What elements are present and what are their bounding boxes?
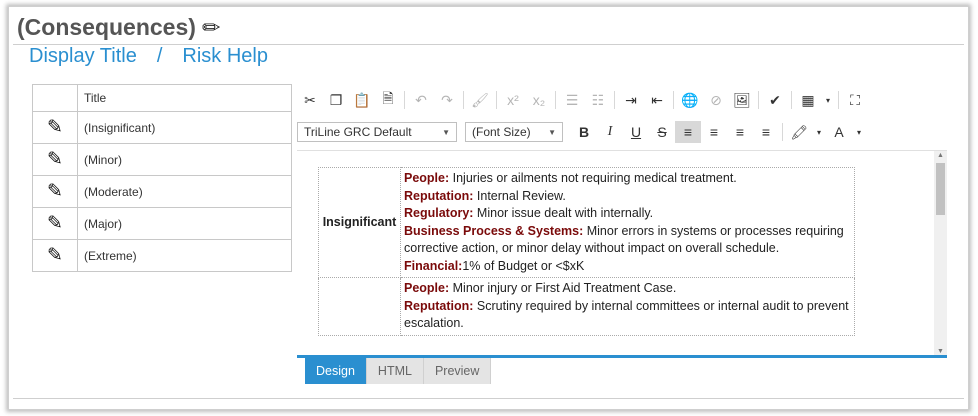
- pencil-icon[interactable]: ✎: [47, 213, 63, 234]
- breadcrumb-separator: /: [156, 45, 163, 67]
- key-label: Regulatory:: [404, 206, 474, 220]
- pencil-icon[interactable]: ✎: [47, 149, 63, 170]
- undo-icon[interactable]: ↶: [408, 89, 434, 111]
- line-text: Minor injury or First Aid Treatment Case…: [449, 281, 677, 295]
- chevron-down-icon[interactable]: ▾: [812, 121, 826, 143]
- dialog-frame: (Consequences) ✏ Display Title / Risk Help…: [8, 6, 969, 410]
- consequence-table: Insignificant People: Injuries or ailmen…: [318, 167, 855, 336]
- list-item-label[interactable]: (Extreme): [77, 239, 292, 272]
- key-label: Financial:: [404, 258, 463, 273]
- table-row: People: Minor injury or First Aid Treatm…: [318, 277, 855, 336]
- tab-html[interactable]: HTML: [366, 358, 424, 384]
- level-cell: [318, 277, 401, 336]
- pencil-icon[interactable]: ✎: [47, 245, 63, 266]
- tab-design[interactable]: Design: [305, 358, 367, 384]
- cut-icon[interactable]: ✂: [297, 89, 323, 111]
- font-size-value: (Font Size): [472, 125, 531, 139]
- image-icon[interactable]: 🖼: [729, 89, 755, 111]
- key-label: Reputation:: [404, 298, 474, 313]
- key-label: Business Process & Systems:: [404, 223, 584, 238]
- line-text: Minor issue dealt with internally.: [473, 206, 654, 220]
- spellcheck-icon[interactable]: ✔: [762, 89, 788, 111]
- toolbar-row-1: ✂ ❐ 📋 🗎 ↶ ↷ 🖌 x² x₂ ☰ ☷ ⇥ ⇤ 🌐 ⊘ 🖼 ✔ ▦ ▾ …: [297, 87, 947, 113]
- scrollbar-thumb[interactable]: [936, 163, 945, 215]
- subscript-icon[interactable]: x₂: [526, 89, 552, 111]
- align-center-icon[interactable]: ≡: [701, 121, 727, 143]
- outdent-icon[interactable]: ⇤: [644, 89, 670, 111]
- breadcrumb-risk-help[interactable]: Risk Help: [182, 45, 268, 67]
- key-label: People:: [404, 281, 450, 295]
- vertical-scrollbar[interactable]: ▲ ▼: [934, 151, 947, 355]
- font-family-select[interactable]: TriLine GRC Default ▼: [297, 122, 457, 142]
- table-row: Insignificant People: Injuries or ailmen…: [318, 167, 855, 278]
- align-right-icon[interactable]: ≡: [727, 121, 753, 143]
- key-label: Reputation:: [404, 188, 474, 203]
- format-painter-icon[interactable]: 🖌: [467, 89, 493, 111]
- superscript-icon[interactable]: x²: [500, 89, 526, 111]
- bold-button[interactable]: B: [571, 121, 597, 143]
- font-color-icon[interactable]: A: [826, 121, 852, 143]
- scroll-down-icon[interactable]: ▼: [934, 348, 947, 355]
- copy-icon[interactable]: ❐: [323, 89, 349, 111]
- toolbar-row-2: TriLine GRC Default ▼ (Font Size) ▼ B I …: [297, 119, 947, 145]
- list-item-label[interactable]: (Major): [77, 207, 292, 240]
- line-text: 1% of Budget or <$xK: [462, 258, 585, 273]
- consequences-list: Title ✎ (Insignificant) ✎ (Minor) ✎ (Mod…: [32, 84, 292, 272]
- font-family-value: TriLine GRC Default: [304, 125, 412, 139]
- list-header-icon-col: [32, 84, 78, 112]
- chevron-down-icon: ▼: [548, 127, 556, 137]
- pencil-icon[interactable]: ✏: [202, 15, 220, 41]
- list-item[interactable]: ✎ (Minor): [32, 143, 292, 176]
- strikethrough-button[interactable]: S: [649, 121, 675, 143]
- list-item[interactable]: ✎ (Insignificant): [32, 111, 292, 144]
- page-title-text: (Consequences): [17, 14, 196, 40]
- rich-text-editor: ✂ ❐ 📋 🗎 ↶ ↷ 🖌 x² x₂ ☰ ☷ ⇥ ⇤ 🌐 ⊘ 🖼 ✔ ▦ ▾ …: [297, 87, 947, 384]
- pencil-icon[interactable]: ✎: [47, 117, 63, 138]
- indent-icon[interactable]: ⇥: [618, 89, 644, 111]
- highlight-color-icon[interactable]: 🖍: [786, 121, 812, 143]
- scroll-up-icon[interactable]: ▲: [934, 152, 947, 159]
- editor-content[interactable]: Insignificant People: Injuries or ailmen…: [297, 150, 947, 355]
- list-item[interactable]: ✎ (Extreme): [32, 239, 292, 272]
- line-text: Internal Review.: [473, 188, 566, 203]
- list-item[interactable]: ✎ (Major): [32, 207, 292, 240]
- italic-button[interactable]: I: [597, 121, 623, 143]
- unlink-icon[interactable]: ⊘: [703, 89, 729, 111]
- description-cell: People: Minor injury or First Aid Treatm…: [400, 277, 855, 336]
- underline-button[interactable]: U: [623, 121, 649, 143]
- list-item[interactable]: ✎ (Moderate): [32, 175, 292, 208]
- fullscreen-icon[interactable]: ⛶: [842, 89, 868, 111]
- level-cell: Insignificant: [318, 167, 401, 278]
- list-item-label[interactable]: (Minor): [77, 143, 292, 176]
- align-left-icon[interactable]: ≡: [675, 121, 701, 143]
- chevron-down-icon[interactable]: ▾: [852, 121, 866, 143]
- tab-preview[interactable]: Preview: [423, 358, 492, 384]
- page-title: (Consequences) ✏: [17, 14, 220, 41]
- table-dropdown-icon[interactable]: ▾: [821, 89, 835, 111]
- line-text: Injuries or ailments not requiring medic…: [449, 171, 737, 185]
- list-item-label[interactable]: (Moderate): [77, 175, 292, 208]
- list-header-row: Title: [32, 84, 292, 112]
- paste-icon[interactable]: 📋: [349, 89, 375, 111]
- breadcrumb: Display Title / Risk Help: [29, 45, 268, 68]
- font-size-select[interactable]: (Font Size) ▼: [465, 122, 563, 142]
- pencil-icon[interactable]: ✎: [47, 181, 63, 202]
- table-icon[interactable]: ▦: [795, 89, 821, 111]
- bullet-list-icon[interactable]: ☷: [585, 89, 611, 111]
- hyperlink-icon[interactable]: 🌐: [677, 89, 703, 111]
- divider: [13, 398, 964, 399]
- list-item-label[interactable]: (Insignificant): [77, 111, 292, 144]
- editor-mode-tabs: Design HTML Preview: [305, 358, 492, 384]
- numbered-list-icon[interactable]: ☰: [559, 89, 585, 111]
- redo-icon[interactable]: ↷: [434, 89, 460, 111]
- description-cell: People: Injuries or ailments not requiri…: [400, 167, 855, 278]
- align-justify-icon[interactable]: ≡: [753, 121, 779, 143]
- list-header-title: Title: [77, 84, 292, 112]
- breadcrumb-display-title[interactable]: Display Title: [29, 45, 137, 67]
- chevron-down-icon: ▼: [442, 127, 450, 137]
- key-label: People:: [404, 171, 450, 185]
- paste-word-icon[interactable]: 🗎: [375, 89, 401, 111]
